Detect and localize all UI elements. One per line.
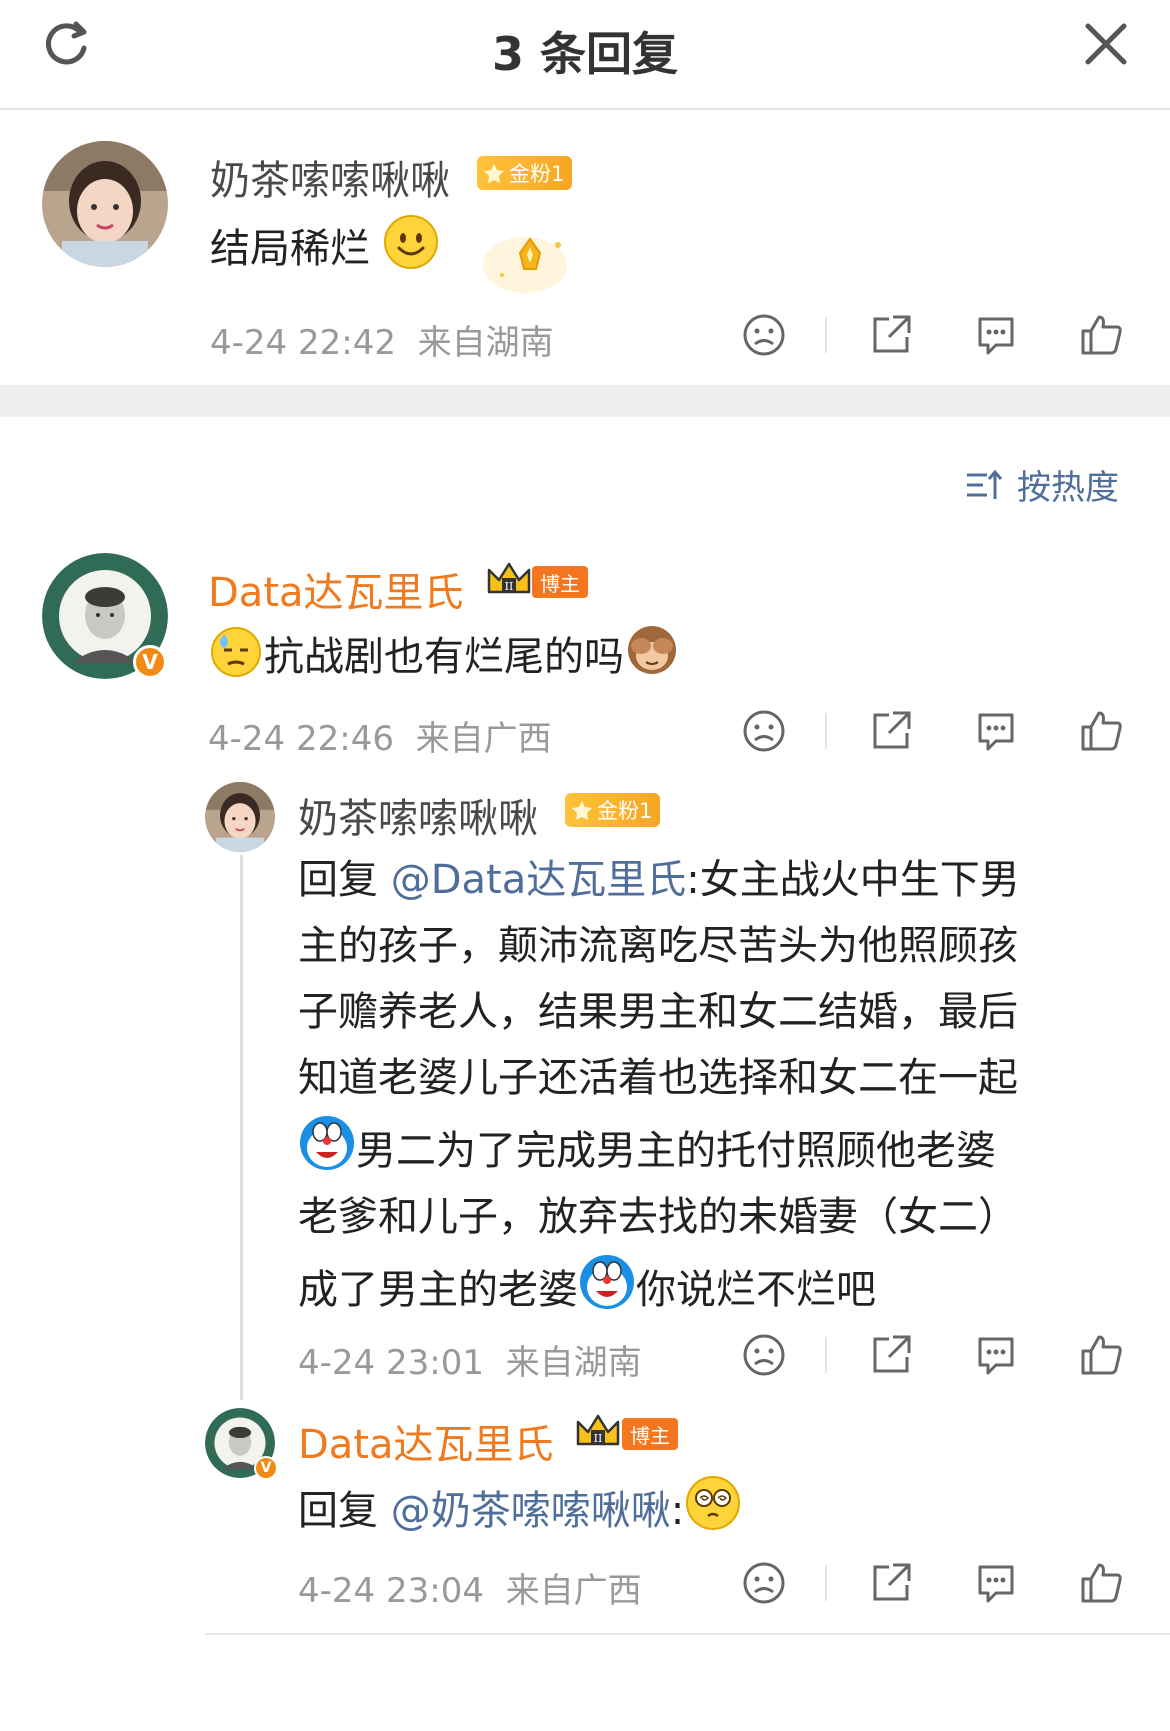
crown-icon: II bbox=[576, 1414, 620, 1446]
comment-icon[interactable] bbox=[972, 1559, 1020, 1607]
thread-line bbox=[240, 855, 243, 1400]
share-icon[interactable] bbox=[867, 1331, 915, 1379]
doraemon-emoji-icon bbox=[580, 1255, 634, 1309]
comment-icon[interactable] bbox=[972, 311, 1020, 359]
sort-icon bbox=[967, 469, 1003, 499]
close-button[interactable] bbox=[1078, 16, 1134, 72]
close-icon bbox=[1085, 23, 1127, 65]
reply-text-block: 回复 @Data达瓦里氏:女主战火中生下男 主的孩子，颠沛流离吃尽苦头为他照顾孩… bbox=[298, 850, 1128, 1320]
fan-badge-icon bbox=[484, 164, 504, 183]
host-badge: 博主 bbox=[622, 1418, 678, 1450]
reply-colon: : bbox=[670, 1488, 685, 1534]
sort-button[interactable]: 按热度 bbox=[965, 460, 1119, 509]
action-row bbox=[0, 1559, 1170, 1607]
verified-badge: V bbox=[254, 1456, 278, 1480]
reply-line: 成了男主的老婆 你说烂不烂吧 bbox=[298, 1253, 1128, 1320]
reply-prefix: 回复 bbox=[298, 1488, 391, 1534]
comment-body: 结局稀烂 bbox=[210, 226, 370, 272]
crown-level: II bbox=[505, 580, 514, 593]
reply-line-text: 成了男主的老婆 bbox=[298, 1267, 578, 1313]
crown-level: II bbox=[594, 1432, 603, 1445]
host-badge: 博主 bbox=[532, 566, 588, 598]
action-row bbox=[0, 707, 1170, 755]
bottom-divider bbox=[205, 1633, 1170, 1635]
reply-line: 老爹和儿子，放弃去找的未婚妻（女二） bbox=[298, 1194, 1018, 1240]
action-separator bbox=[825, 1565, 827, 1601]
action-separator bbox=[825, 713, 827, 749]
fan-badge[interactable]: 金粉1 bbox=[477, 156, 573, 190]
username[interactable]: 奶茶嗦嗦啾啾 bbox=[298, 786, 538, 844]
reply-line: 子赡养老人，结果男主和女二结婚，最后 bbox=[298, 989, 1018, 1035]
reply-line: 回复 @Data达瓦里氏:女主战火中生下男 bbox=[298, 850, 1128, 910]
fan-badge-icon bbox=[572, 801, 592, 820]
avatar-naicha[interactable] bbox=[42, 141, 168, 267]
fan-badge-label: 金粉1 bbox=[597, 799, 653, 823]
fan-badge-label: 金粉1 bbox=[509, 162, 565, 186]
reply-line-text: :女主战火中生下男 bbox=[686, 857, 1020, 903]
share-icon[interactable] bbox=[867, 1559, 915, 1607]
dislike-icon[interactable] bbox=[740, 707, 788, 755]
username[interactable]: Data达瓦里氏 bbox=[298, 1412, 554, 1470]
doraemon-emoji-icon bbox=[300, 1116, 354, 1170]
like-icon[interactable] bbox=[1077, 1331, 1125, 1379]
action-row bbox=[0, 311, 1170, 359]
dislike-icon[interactable] bbox=[740, 1559, 788, 1607]
see-no-evil-monkey-icon bbox=[628, 626, 676, 674]
comment-text: 结局稀烂 bbox=[210, 214, 439, 279]
username[interactable]: Data达瓦里氏 bbox=[208, 560, 464, 618]
reply-line: 知道老婆儿子还活着也选择和女二在一起 bbox=[298, 1055, 1018, 1101]
fan-decoration-icon bbox=[480, 225, 570, 295]
like-icon[interactable] bbox=[1077, 311, 1125, 359]
dislike-icon[interactable] bbox=[740, 1331, 788, 1379]
dizzy-face-emoji-icon bbox=[686, 1476, 741, 1530]
comment-icon[interactable] bbox=[972, 707, 1020, 755]
action-separator bbox=[825, 1337, 827, 1373]
action-separator bbox=[825, 317, 827, 353]
smile-emoji-icon bbox=[383, 215, 438, 269]
avatar-naicha[interactable] bbox=[205, 782, 275, 852]
dislike-icon[interactable] bbox=[740, 311, 788, 359]
share-icon[interactable] bbox=[867, 707, 915, 755]
page-title: 3 条回复 bbox=[491, 27, 679, 81]
mention-link[interactable]: @奶茶嗦嗦啾啾 bbox=[391, 1488, 671, 1534]
reply-prefix: 回复 bbox=[298, 857, 391, 903]
comment-text: 抗战剧也有烂尾的吗 bbox=[208, 622, 680, 687]
action-row bbox=[0, 1331, 1170, 1379]
reply-line-text: 男二为了完成男主的托付照顾他老婆 bbox=[356, 1128, 996, 1174]
comment-text: 回复 @奶茶嗦嗦啾啾: bbox=[298, 1474, 742, 1541]
username[interactable]: 奶茶嗦嗦啾啾 bbox=[210, 148, 450, 206]
section-divider bbox=[0, 385, 1170, 417]
comment-icon[interactable] bbox=[972, 1331, 1020, 1379]
sweat-emoji-icon bbox=[211, 627, 261, 677]
verified-badge: V bbox=[133, 645, 167, 679]
reply-line: 主的孩子，颠沛流离吃尽苦头为他照顾孩 bbox=[298, 923, 1018, 969]
like-icon[interactable] bbox=[1077, 1559, 1125, 1607]
sort-label: 按热度 bbox=[1017, 468, 1119, 508]
fan-badge[interactable]: 金粉1 bbox=[565, 793, 661, 827]
crown-icon: II bbox=[487, 562, 531, 594]
comment-body: 抗战剧也有烂尾的吗 bbox=[264, 634, 624, 680]
reply-line: 男二为了完成男主的托付照顾他老婆 bbox=[298, 1114, 1128, 1181]
reply-line-text: 你说烂不烂吧 bbox=[636, 1267, 876, 1313]
like-icon[interactable] bbox=[1077, 707, 1125, 755]
mention-link[interactable]: @Data达瓦里氏 bbox=[391, 857, 687, 903]
share-icon[interactable] bbox=[867, 311, 915, 359]
